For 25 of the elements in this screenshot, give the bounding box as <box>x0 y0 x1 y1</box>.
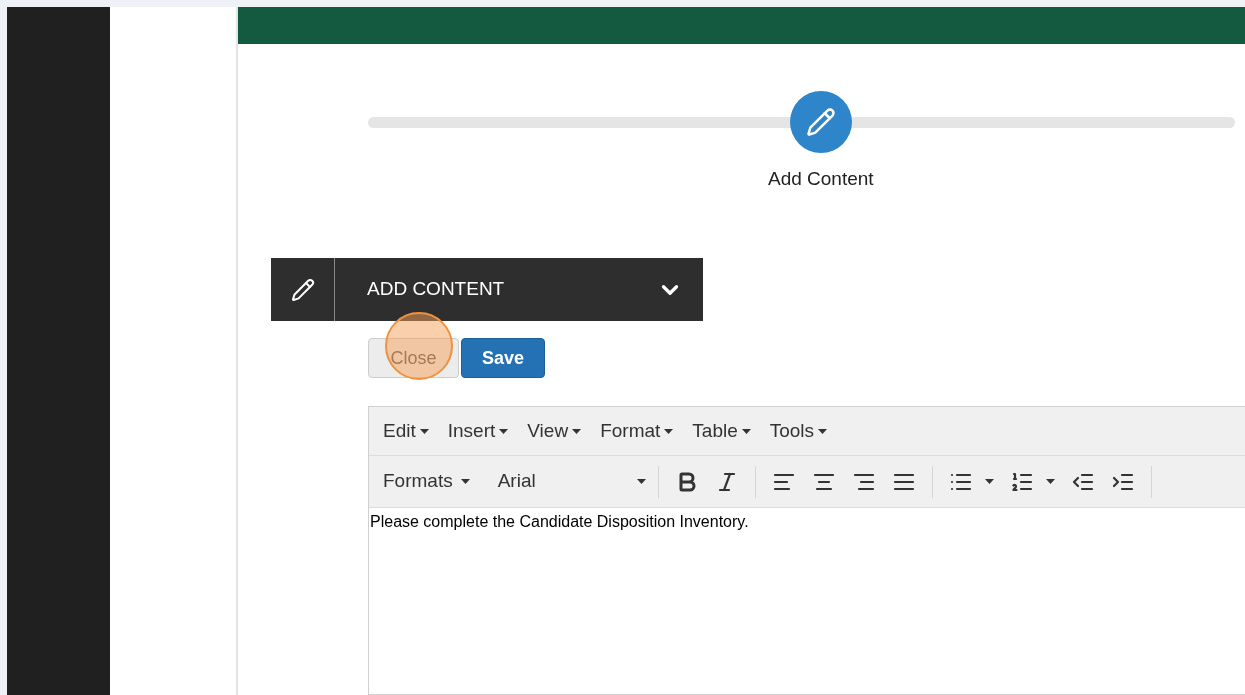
pencil-icon <box>805 107 836 137</box>
caret-icon <box>572 428 582 434</box>
caret-icon <box>419 428 429 434</box>
save-button[interactable]: Save <box>461 338 546 378</box>
menu-item[interactable]: Format <box>600 416 674 446</box>
editor-content: Please complete the Candidate Disposition Inventory. <box>369 512 750 532</box>
caret-icon <box>664 428 674 434</box>
caret-icon <box>1045 479 1055 484</box>
step-label: Add Content <box>768 167 874 191</box>
pencil-icon <box>290 277 315 302</box>
caret-icon <box>984 479 994 484</box>
caret-icon <box>460 479 470 484</box>
caret-icon <box>499 428 509 434</box>
menu-item[interactable]: Table <box>692 416 751 446</box>
menu-item[interactable]: View <box>527 416 582 446</box>
menu-item[interactable]: Insert <box>447 416 509 446</box>
caret-icon <box>818 428 828 434</box>
menu-item[interactable]: Edit <box>383 416 429 446</box>
formats-dropdown[interactable]: Formats <box>383 467 470 496</box>
font-dropdown[interactable]: Arial <box>497 467 646 496</box>
caret-icon <box>741 428 751 434</box>
menu-item[interactable]: Tools <box>769 416 828 446</box>
caret-icon <box>636 479 646 484</box>
panel-title: ADD CONTENT <box>367 277 506 302</box>
panel-header[interactable]: ADD CONTENT <box>271 258 703 321</box>
